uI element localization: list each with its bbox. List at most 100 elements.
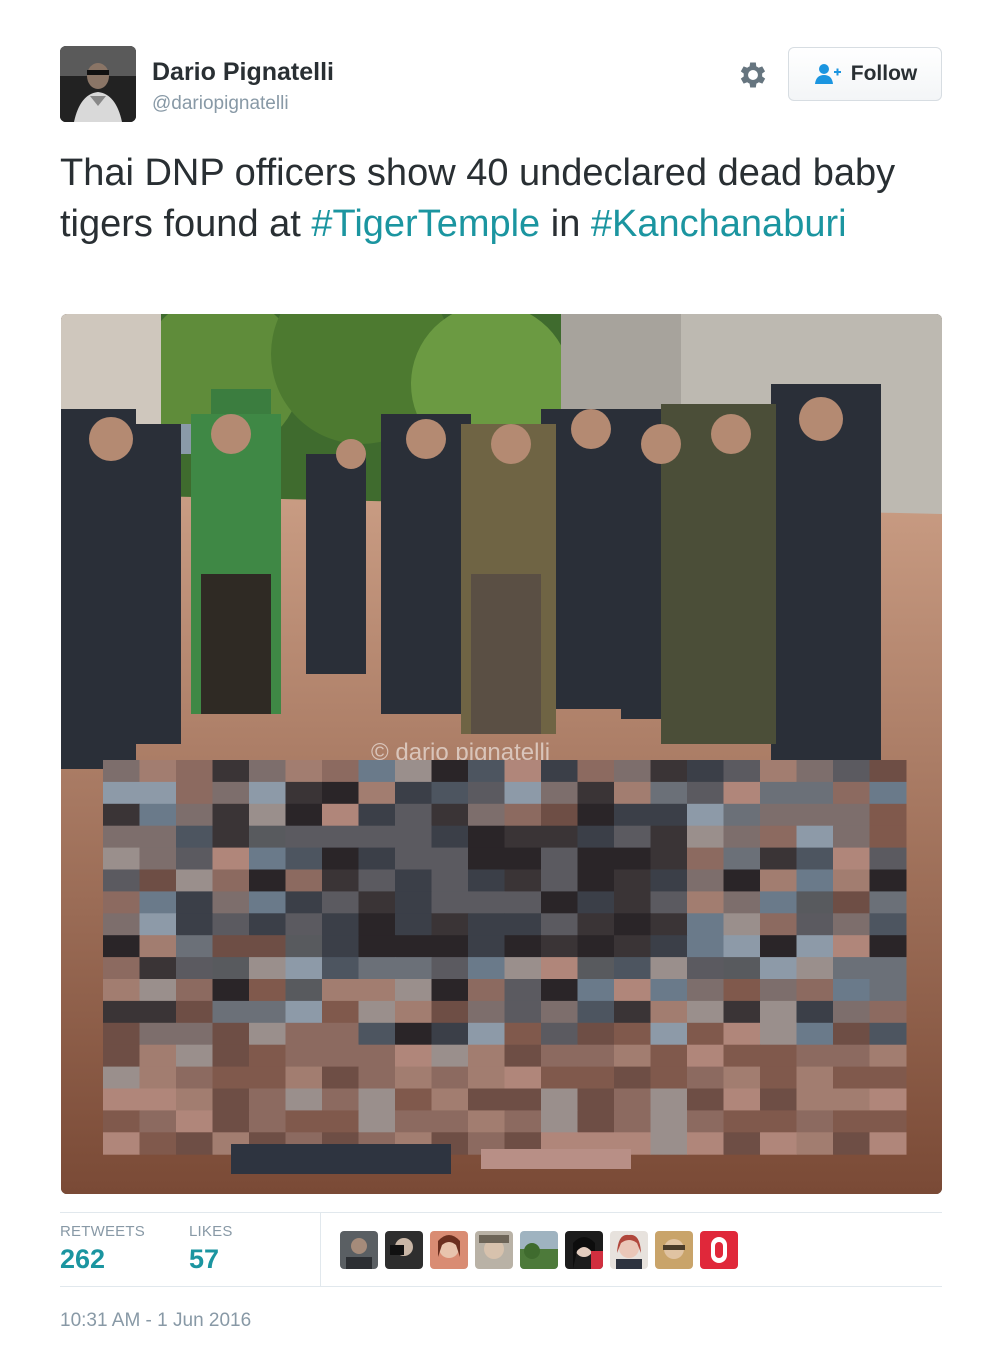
blur-pixel — [687, 825, 724, 849]
blur-pixel — [869, 935, 907, 958]
blur-pixel — [103, 760, 140, 783]
blur-pixel — [176, 891, 213, 914]
blur-pixel — [614, 847, 651, 870]
follow-button[interactable]: Follow — [788, 47, 942, 101]
blur-pixel — [285, 847, 323, 870]
blur-pixel — [358, 913, 396, 936]
blur-pixel — [869, 1022, 907, 1046]
blur-pixel — [103, 1000, 140, 1024]
blur-pixel — [869, 869, 907, 892]
blur-pixel — [614, 1022, 651, 1046]
blur-pixel — [431, 847, 469, 870]
blur-pixel — [431, 781, 469, 805]
blur-pixel — [577, 1066, 615, 1089]
tweet-timestamp[interactable]: 10:31 AM - 1 Jun 2016 — [60, 1310, 251, 1332]
blur-pixel — [212, 825, 250, 849]
blur-pixel — [541, 825, 578, 849]
blur-pixel — [650, 1000, 688, 1024]
blur-pixel — [723, 979, 761, 1002]
blur-pixel — [687, 891, 724, 914]
blur-pixel — [760, 1000, 797, 1024]
tweet-card: Dario Pignatelli @dariopignatelli Follow… — [0, 0, 1000, 1356]
blur-pixel — [577, 760, 615, 783]
blur-pixel — [650, 1022, 688, 1046]
blur-pixel — [614, 913, 651, 936]
blur-pixel — [650, 957, 688, 980]
blur-pixel — [395, 979, 432, 1002]
likes-stat[interactable]: LIKES 57 — [189, 1223, 233, 1275]
blur-pixel — [833, 891, 870, 914]
blur-pixel — [103, 869, 140, 892]
blur-pixel — [395, 869, 432, 892]
liker-avatar[interactable] — [610, 1231, 648, 1269]
blur-pixel — [833, 1022, 870, 1046]
blur-pixel — [869, 1000, 907, 1024]
blur-pixel — [212, 979, 250, 1002]
liker-avatar[interactable] — [430, 1231, 468, 1269]
blur-pixel — [504, 803, 542, 827]
blur-pixel — [723, 803, 761, 827]
blur-pixel — [139, 1088, 177, 1111]
author-display-name[interactable]: Dario Pignatelli — [152, 58, 334, 87]
author-avatar[interactable] — [60, 46, 136, 122]
blur-pixel — [322, 891, 359, 914]
blur-pixel — [139, 1110, 177, 1133]
liker-avatar[interactable] — [340, 1231, 378, 1269]
blur-pixel — [358, 869, 396, 892]
blur-pixel — [723, 760, 761, 783]
liker-avatar[interactable] — [475, 1231, 513, 1269]
blur-pixel — [468, 957, 505, 980]
blur-pixel — [139, 760, 177, 783]
blur-pixel — [431, 957, 469, 980]
blur-pixel — [431, 803, 469, 827]
blur-pixel — [869, 913, 907, 936]
blur-pixel — [833, 825, 870, 849]
blur-pixel — [249, 891, 286, 914]
blur-pixel — [541, 913, 578, 936]
blur-pixel — [796, 760, 834, 783]
blur-pixel — [139, 1022, 177, 1046]
blur-pixel — [358, 760, 396, 783]
blur-pixel — [650, 913, 688, 936]
blur-pixel — [504, 760, 542, 783]
blur-pixel — [504, 935, 542, 958]
blur-pixel — [760, 1044, 797, 1068]
liker-avatar[interactable] — [520, 1231, 558, 1269]
liker-avatar[interactable] — [655, 1231, 693, 1269]
retweets-stat[interactable]: RETWEETS 262 — [60, 1223, 145, 1275]
blur-pixel — [650, 847, 688, 870]
blur-pixel — [650, 979, 688, 1002]
blur-pixel — [249, 1066, 286, 1089]
retweets-label: RETWEETS — [60, 1223, 145, 1240]
blur-pixel — [212, 1000, 250, 1024]
blur-pixel — [358, 957, 396, 980]
blur-pixel — [468, 760, 505, 783]
gear-icon[interactable] — [736, 58, 770, 92]
blur-pixel — [687, 869, 724, 892]
blur-pixel — [139, 1044, 177, 1068]
author-screen-name[interactable]: @dariopignatelli — [152, 93, 289, 115]
blur-pixel — [760, 847, 797, 870]
hashtag-link-tigertemple[interactable]: #TigerTemple — [311, 203, 540, 245]
liker-avatar[interactable] — [385, 1231, 423, 1269]
blur-pixel — [139, 825, 177, 849]
blur-pixel — [504, 869, 542, 892]
blur-pixel — [395, 957, 432, 980]
tweet-photo[interactable]: © dario pignatelli — [61, 314, 942, 1194]
blur-pixel — [796, 1110, 834, 1133]
blur-pixel — [687, 847, 724, 870]
blur-pixel — [796, 781, 834, 805]
blur-pixel — [358, 1088, 396, 1111]
blur-pixel — [541, 957, 578, 980]
blur-pixel — [249, 803, 286, 827]
blur-pixel — [468, 825, 505, 849]
blur-pixel — [322, 781, 359, 805]
blur-pixel — [504, 891, 542, 914]
liker-avatar[interactable] — [700, 1231, 738, 1269]
blur-pixel — [322, 979, 359, 1002]
blur-pixel — [577, 1022, 615, 1046]
blur-pixel — [687, 781, 724, 805]
blur-pixel — [869, 891, 907, 914]
liker-avatar[interactable] — [565, 1231, 603, 1269]
hashtag-link-kanchanaburi[interactable]: #Kanchanaburi — [591, 203, 847, 245]
